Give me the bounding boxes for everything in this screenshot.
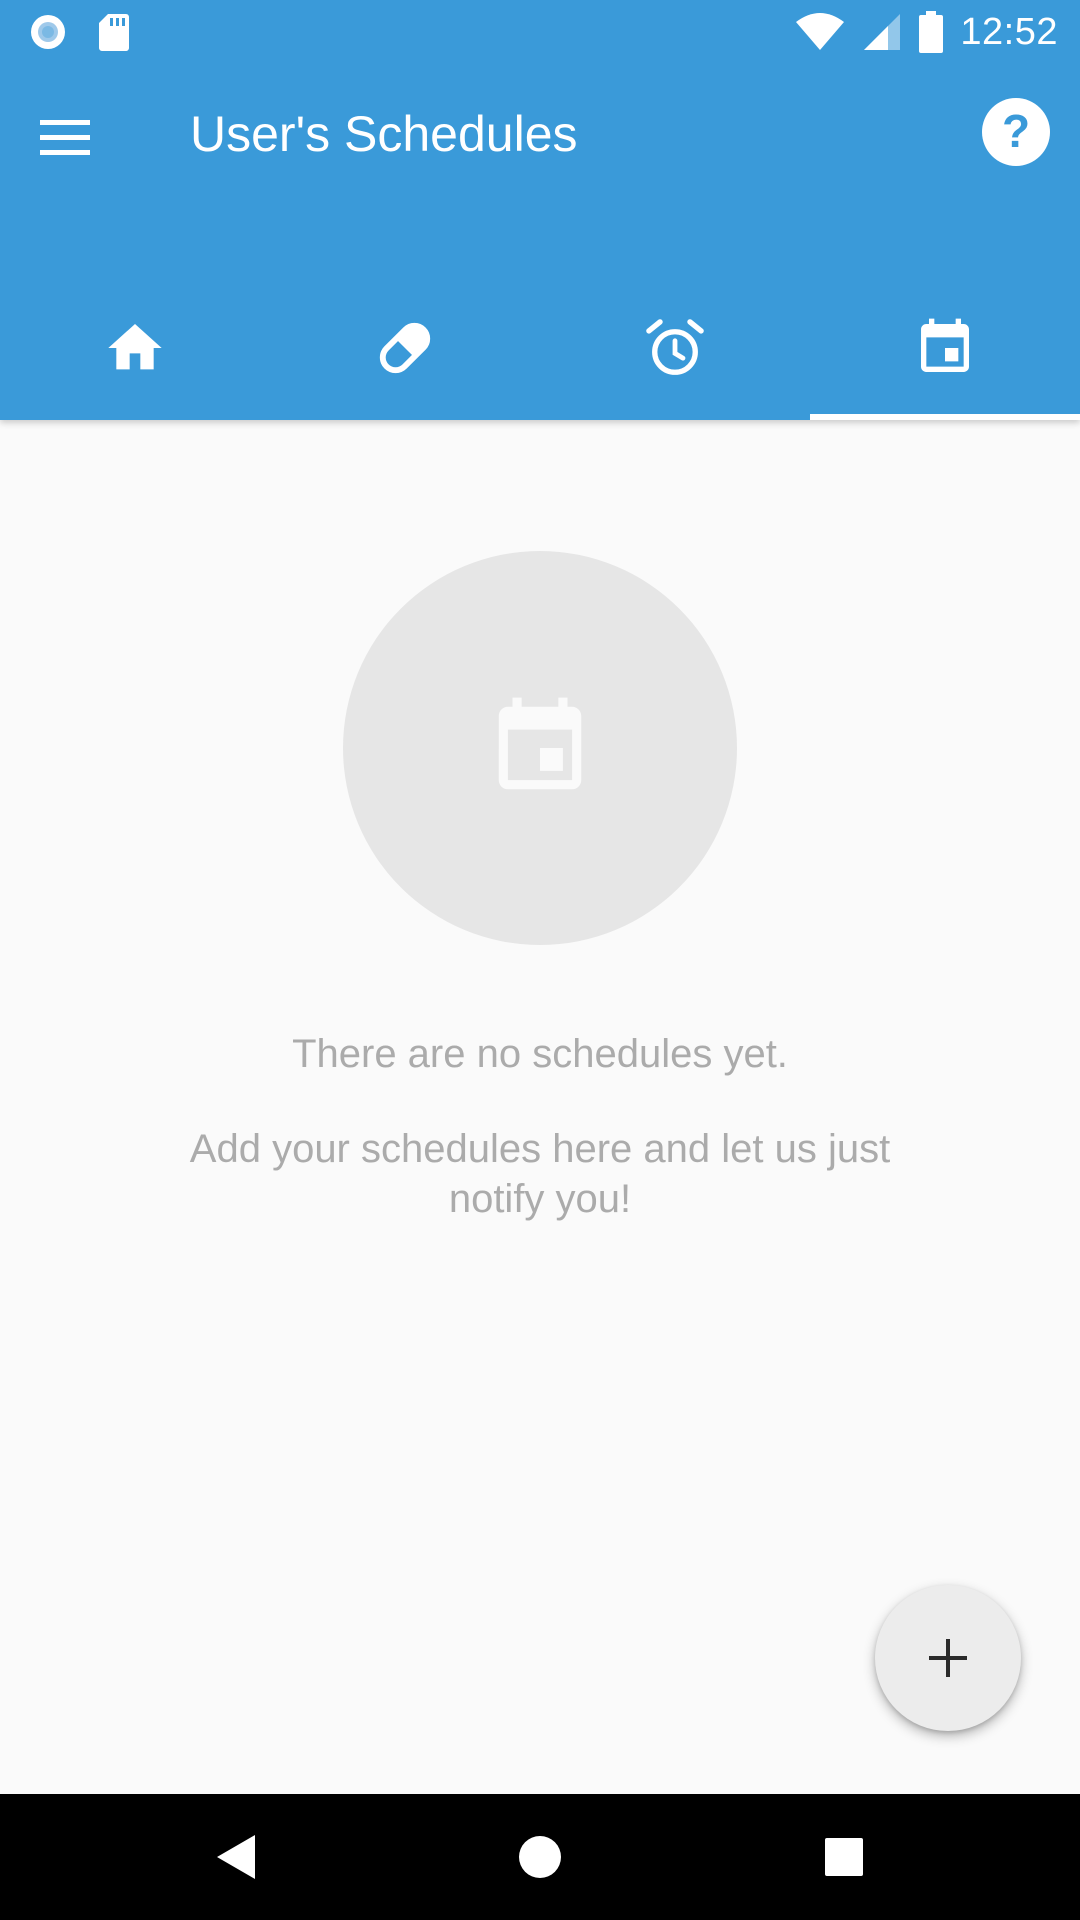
menu-button[interactable] xyxy=(40,104,106,160)
app-bar: 12:52 User's Schedules ? xyxy=(0,0,1080,420)
add-schedule-button[interactable] xyxy=(875,1585,1021,1731)
home-icon xyxy=(108,324,162,370)
status-right-icons: 12:52 xyxy=(794,8,1058,56)
nav-recents-button[interactable] xyxy=(806,1819,882,1895)
home-circle-icon xyxy=(519,1836,561,1878)
empty-state-subtitle: Add your schedules here and let us just … xyxy=(189,1127,891,1221)
battery-icon xyxy=(919,11,944,53)
pill-icon xyxy=(379,322,431,374)
svg-text:?: ? xyxy=(1002,105,1030,157)
empty-state-title: There are no schedules yet. xyxy=(292,1032,788,1076)
tab-medications[interactable] xyxy=(270,290,540,420)
empty-state-illustration xyxy=(343,551,737,945)
record-icon xyxy=(31,15,65,49)
schedules-screen: 12:52 User's Schedules ? There are no sc… xyxy=(0,0,1080,1920)
toolbar: User's Schedules ? xyxy=(0,64,1080,214)
plus-icon xyxy=(929,1639,967,1677)
menu-icon xyxy=(40,120,90,155)
sd-card-icon xyxy=(99,14,129,51)
system-nav-bar xyxy=(0,1794,1080,1920)
nav-home-button[interactable] xyxy=(502,1819,578,1895)
help-icon: ? xyxy=(982,98,1050,166)
calendar-icon xyxy=(921,318,969,372)
tab-selected-indicator xyxy=(810,414,1080,420)
status-left-icons xyxy=(28,12,130,52)
status-time: 12:52 xyxy=(960,10,1058,53)
tab-alarms[interactable] xyxy=(540,290,810,420)
status-bar: 12:52 xyxy=(0,0,1080,64)
tab-bar xyxy=(0,290,1080,420)
tab-home[interactable] xyxy=(0,290,270,420)
wifi-icon xyxy=(796,13,845,50)
page-title: User's Schedules xyxy=(190,106,578,162)
tab-schedules[interactable] xyxy=(810,290,1080,420)
calendar-icon xyxy=(498,697,582,790)
nav-back-button[interactable] xyxy=(198,1819,274,1895)
help-button[interactable]: ? xyxy=(980,96,1052,168)
back-icon xyxy=(217,1835,255,1879)
recents-icon xyxy=(825,1838,863,1876)
cellular-signal-icon xyxy=(864,14,901,50)
alarm-icon xyxy=(646,319,704,375)
